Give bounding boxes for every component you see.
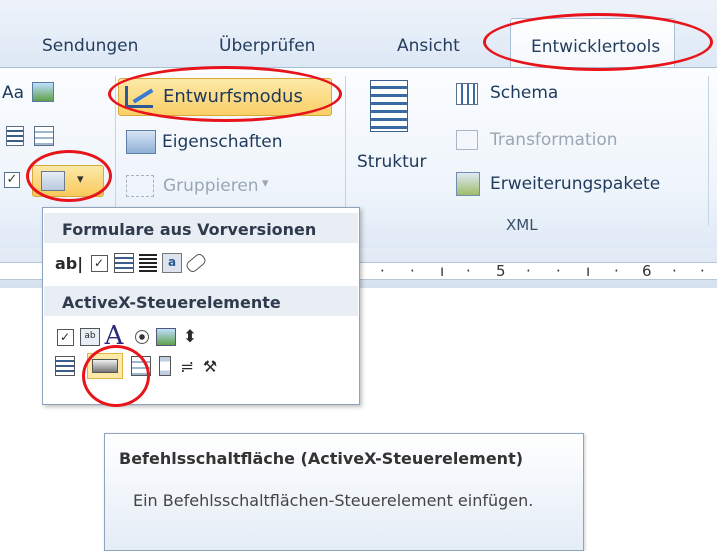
- tooltip-title: Befehlsschaltfläche (ActiveX-Steuereleme…: [119, 449, 524, 468]
- tab-ueberpruefen[interactable]: Überprüfen: [219, 36, 315, 56]
- ruler-tick: ·: [410, 262, 415, 280]
- activex-option-button-icon[interactable]: [131, 326, 153, 348]
- activex-textbox-icon[interactable]: ab: [79, 326, 101, 348]
- command-button-tooltip: Befehlsschaltfläche (ActiveX-Steuereleme…: [104, 433, 584, 551]
- activex-listbox-icon[interactable]: [130, 355, 152, 377]
- activex-combobox-icon[interactable]: [54, 355, 76, 377]
- transformation-icon: [456, 130, 478, 150]
- group-button: Gruppieren: [163, 176, 259, 196]
- expansion-packs-icon: [456, 172, 480, 196]
- ruler-number-5: 5: [496, 262, 506, 280]
- expansion-packs-button[interactable]: Erweiterungspakete: [490, 174, 660, 194]
- tab-sendungen[interactable]: Sendungen: [42, 36, 138, 56]
- dropdown-list-control-icon[interactable]: [34, 126, 54, 146]
- activex-spin-button-icon[interactable]: ⬍: [179, 326, 201, 348]
- activex-command-button-icon[interactable]: [87, 353, 123, 379]
- legacy-dropdown-icon[interactable]: [113, 252, 135, 274]
- legacy-tools-dropdown: Formulare aus Vorversionen ab| ✓ a Activ…: [42, 207, 360, 405]
- dropdown-arrow-icon: ▾: [77, 172, 84, 187]
- ruler-number-6: 6: [642, 262, 652, 280]
- tab-entwicklertools[interactable]: Entwicklertools: [510, 18, 676, 68]
- activex-controls-header: ActiveX-Steuerelemente: [44, 286, 358, 316]
- ribbon-tab-strip: Sendungen Überprüfen Ansicht Entwicklert…: [0, 0, 717, 68]
- ruler-tick: ·: [672, 262, 677, 280]
- structure-button[interactable]: Struktur: [357, 152, 427, 172]
- tooltip-description: Ein Befehlsschaltflächen-Steuerelement e…: [133, 491, 534, 510]
- properties-icon: [126, 130, 156, 154]
- tools-icon: [41, 171, 65, 191]
- reset-fields-eraser-icon[interactable]: [184, 251, 208, 275]
- structure-icon: [370, 80, 408, 132]
- design-mode-label: Entwurfsmodus: [163, 86, 303, 107]
- activex-toggle-button-icon[interactable]: ≓: [176, 355, 198, 377]
- activex-scrollbar-icon[interactable]: [154, 355, 176, 377]
- schema-icon: [456, 83, 478, 105]
- legacy-forms-header: Formulare aus Vorversionen: [44, 213, 358, 243]
- group-separator: [345, 76, 346, 226]
- tab-ansicht[interactable]: Ansicht: [397, 36, 460, 56]
- ruler-tick: ·: [700, 262, 705, 280]
- ruler-tick: ·: [380, 262, 385, 280]
- group-dropdown-arrow-icon: ▾: [262, 176, 269, 191]
- activex-label-icon[interactable]: A: [101, 321, 127, 351]
- ruler-tick: ·: [614, 262, 619, 280]
- checkbox-control-icon[interactable]: ✓: [4, 172, 20, 188]
- schema-button[interactable]: Schema: [490, 83, 558, 103]
- activex-checkbox-icon[interactable]: ✓: [54, 326, 76, 348]
- properties-button[interactable]: Eigenschaften: [162, 132, 282, 152]
- group-icon: [126, 175, 154, 197]
- more-controls-tools-icon[interactable]: ⚒: [199, 355, 221, 377]
- ruler-tick: ı: [440, 262, 445, 280]
- combo-box-control-icon[interactable]: [6, 126, 24, 146]
- ruler-tick: ·: [466, 262, 471, 280]
- rich-text-control-label[interactable]: Aa: [2, 83, 24, 103]
- legacy-tools-button[interactable]: ▾: [32, 165, 104, 197]
- legacy-shading-icon[interactable]: a: [161, 252, 183, 274]
- group-separator: [115, 76, 116, 226]
- activex-image-icon[interactable]: [155, 326, 177, 348]
- legacy-text-field-icon[interactable]: ab|: [54, 252, 84, 274]
- legacy-frame-icon[interactable]: [137, 252, 159, 274]
- legacy-checkbox-icon[interactable]: ✓: [88, 252, 110, 274]
- group-separator: [708, 76, 709, 226]
- design-mode-icon: [125, 86, 154, 108]
- design-mode-button[interactable]: Entwurfsmodus: [118, 78, 332, 116]
- transformation-button: Transformation: [490, 130, 618, 150]
- ruler-tick: ı: [586, 262, 591, 280]
- ruler-tick: ·: [556, 262, 561, 280]
- ruler-tick: ·: [526, 262, 531, 280]
- picture-control-icon[interactable]: [32, 82, 54, 102]
- xml-group-label: XML: [506, 216, 538, 234]
